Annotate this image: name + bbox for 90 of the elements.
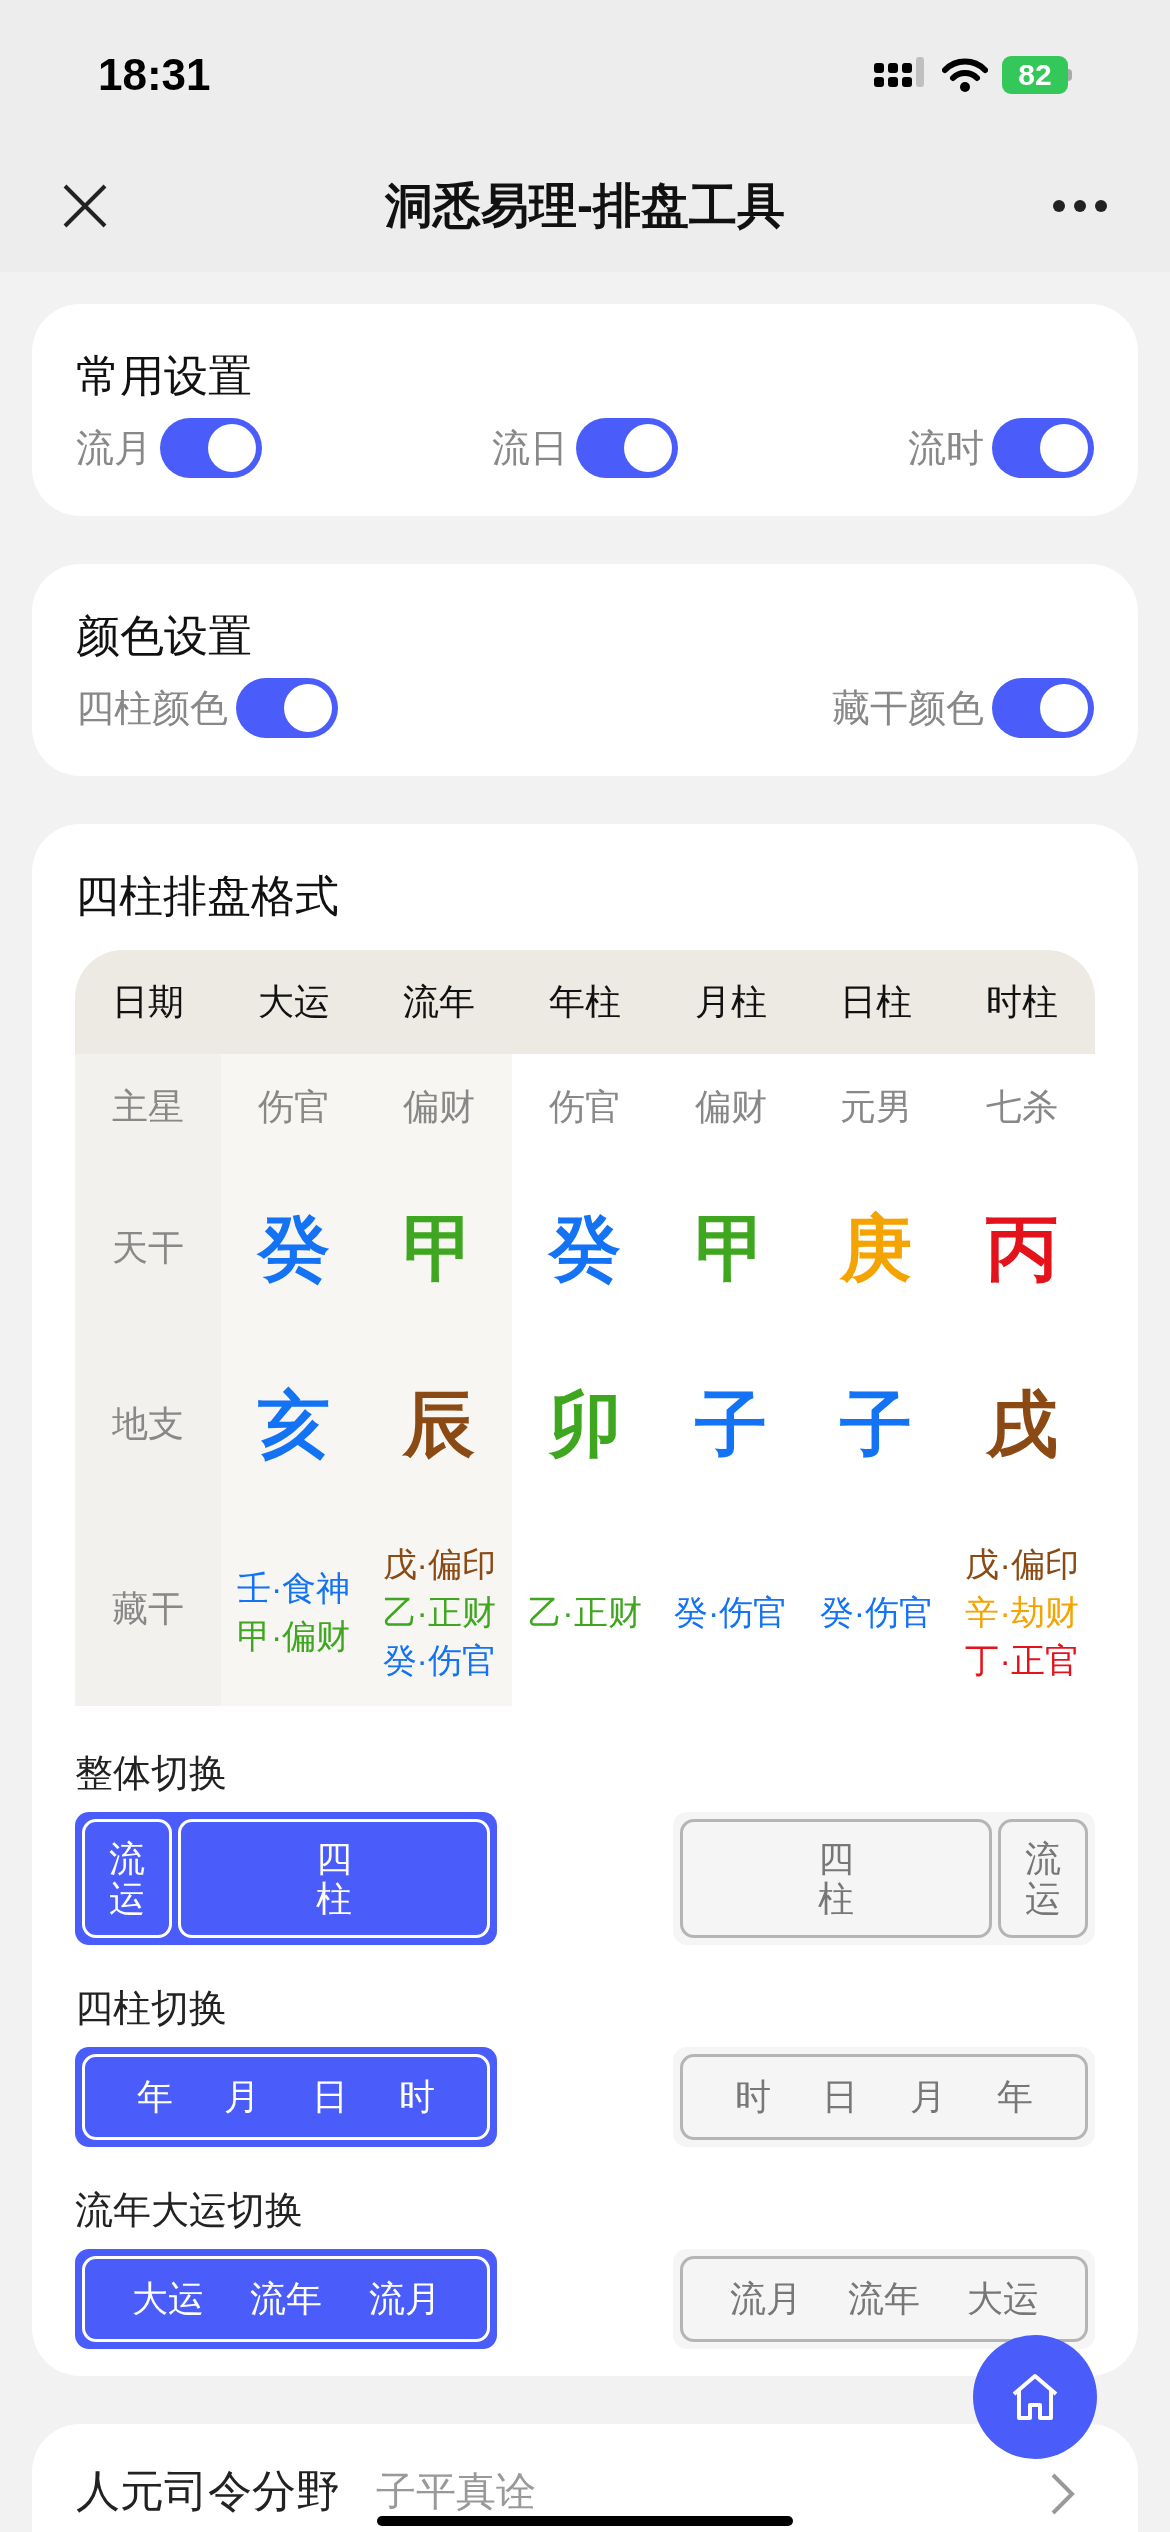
pillar-character: 辰 bbox=[403, 1384, 476, 1464]
card-title: 四柱排盘格式 bbox=[75, 870, 340, 922]
pillar-character: 癸 bbox=[257, 1208, 330, 1288]
segment-option[interactable]: 流月 流年 大运 bbox=[673, 2249, 1095, 2349]
segment-option[interactable]: 大运 流年 流月 bbox=[75, 2249, 497, 2349]
status-time: 18:31 bbox=[98, 49, 211, 101]
segment-label: 流月 bbox=[729, 2277, 802, 2321]
pillar-character: 丙 bbox=[986, 1208, 1059, 1288]
card-title: 常用设置 bbox=[76, 350, 253, 402]
more-icon[interactable] bbox=[1052, 199, 1108, 213]
segment-option[interactable]: 流运 四柱 bbox=[75, 1812, 497, 1945]
chevron-right-icon bbox=[1050, 2472, 1076, 2516]
column-header: 年柱 bbox=[549, 980, 621, 1024]
row-label: 地支 bbox=[111, 1402, 184, 1446]
column-header: 流年 bbox=[403, 980, 476, 1024]
segment-option[interactable]: 时 日 月 年 bbox=[673, 2047, 1095, 2147]
hidden-stem-text: 壬·食神 bbox=[236, 1568, 351, 1609]
column-header: 日柱 bbox=[840, 980, 913, 1024]
column-header: 月柱 bbox=[694, 980, 767, 1024]
segment-option[interactable]: 四柱 流运 bbox=[673, 1812, 1095, 1945]
hidden-stem-text: 癸·伤官 bbox=[674, 1592, 788, 1633]
hidden-stem-text: 癸·伤官 bbox=[819, 1592, 934, 1633]
column-header: 时柱 bbox=[986, 980, 1059, 1024]
card-subtitle: 子平真诠 bbox=[376, 2468, 536, 2515]
card-title: 颜色设置 bbox=[76, 610, 253, 662]
segment-label: 流运 bbox=[1025, 1838, 1061, 1919]
toggle-switch[interactable] bbox=[992, 678, 1094, 738]
toggle-label: 流日 bbox=[492, 425, 568, 471]
pillar-character: 子 bbox=[694, 1384, 767, 1464]
column-header: 日期 bbox=[111, 980, 184, 1024]
hidden-stem-text: 丁·正官 bbox=[965, 1640, 1079, 1681]
segment-option[interactable]: 年 月 日 时 bbox=[75, 2047, 497, 2147]
section-label: 流年大运切换 bbox=[75, 2188, 304, 2233]
ten-god-text: 偏财 bbox=[694, 1085, 767, 1129]
toggle-switch[interactable] bbox=[160, 418, 262, 478]
hidden-stem-text: 癸·伤官 bbox=[382, 1640, 496, 1681]
segment-label: 四柱 bbox=[818, 1838, 854, 1919]
ten-god-text: 元男 bbox=[840, 1085, 913, 1129]
segment-label: 流运 bbox=[109, 1838, 145, 1919]
card-title: 人元司令分野 bbox=[76, 2465, 340, 2517]
segment-label: 流年 bbox=[250, 2277, 322, 2321]
segment-label: 流年 bbox=[848, 2277, 920, 2321]
hidden-stem-text: 乙·正财 bbox=[382, 1592, 496, 1633]
segment-label: 月 bbox=[224, 2075, 261, 2119]
row-label: 藏干 bbox=[111, 1587, 184, 1631]
pillar-character: 庚 bbox=[840, 1208, 913, 1288]
segment-label: 大运 bbox=[131, 2277, 204, 2321]
hidden-stem-text: 辛·劫财 bbox=[965, 1592, 1079, 1633]
section-label: 整体切换 bbox=[75, 1751, 228, 1796]
ten-god-text: 七杀 bbox=[986, 1085, 1059, 1129]
toggle-label: 流月 bbox=[76, 425, 152, 471]
pillar-character: 癸 bbox=[549, 1208, 621, 1288]
toggle-label: 流时 bbox=[908, 425, 984, 471]
ten-god-text: 伤官 bbox=[257, 1085, 330, 1129]
pillar-character: 卯 bbox=[549, 1384, 621, 1464]
segment-label: 四柱 bbox=[316, 1838, 352, 1919]
segment-label: 大运 bbox=[966, 2277, 1039, 2321]
hidden-stem-text: 乙·正财 bbox=[528, 1592, 642, 1633]
segment-label: 日 bbox=[822, 2075, 859, 2119]
toggle-label: 藏干颜色 bbox=[832, 685, 984, 731]
segment-label: 流月 bbox=[368, 2277, 441, 2321]
close-icon[interactable] bbox=[62, 183, 108, 229]
hidden-stem-text: 戊·偏印 bbox=[382, 1544, 496, 1585]
segment-label: 日 bbox=[311, 2075, 348, 2119]
segment-label: 时 bbox=[734, 2075, 771, 2119]
page-title: 洞悉易理-排盘工具 bbox=[385, 178, 785, 234]
pillar-character: 甲 bbox=[694, 1208, 767, 1288]
info-card[interactable]: 人元司令分野 子平真诠 bbox=[32, 2424, 1138, 2532]
pillar-character: 戌 bbox=[986, 1384, 1059, 1464]
segment-label: 月 bbox=[909, 2075, 946, 2119]
segment-label: 年 bbox=[136, 2075, 173, 2119]
toggle-switch[interactable] bbox=[236, 678, 338, 738]
column-header: 大运 bbox=[257, 980, 330, 1024]
row-label: 天干 bbox=[111, 1226, 184, 1270]
segment-label: 年 bbox=[997, 2075, 1034, 2119]
pillar-character: 亥 bbox=[257, 1384, 330, 1464]
wifi-icon bbox=[942, 58, 988, 92]
toggle-label: 四柱颜色 bbox=[76, 685, 228, 731]
home-icon bbox=[1010, 2372, 1060, 2422]
toggle-switch[interactable] bbox=[992, 418, 1094, 478]
section-label: 四柱切换 bbox=[75, 1986, 228, 2031]
segment-label: 时 bbox=[399, 2075, 436, 2119]
hidden-stem-text: 戊·偏印 bbox=[965, 1544, 1079, 1585]
ten-god-text: 伤官 bbox=[549, 1085, 621, 1129]
row-label: 主星 bbox=[111, 1085, 184, 1129]
toggle-switch[interactable] bbox=[576, 418, 678, 478]
pillar-character: 甲 bbox=[403, 1208, 476, 1288]
pillar-character: 子 bbox=[840, 1384, 913, 1464]
hidden-stem-text: 甲·偏财 bbox=[236, 1616, 351, 1657]
ten-god-text: 偏财 bbox=[403, 1085, 476, 1129]
